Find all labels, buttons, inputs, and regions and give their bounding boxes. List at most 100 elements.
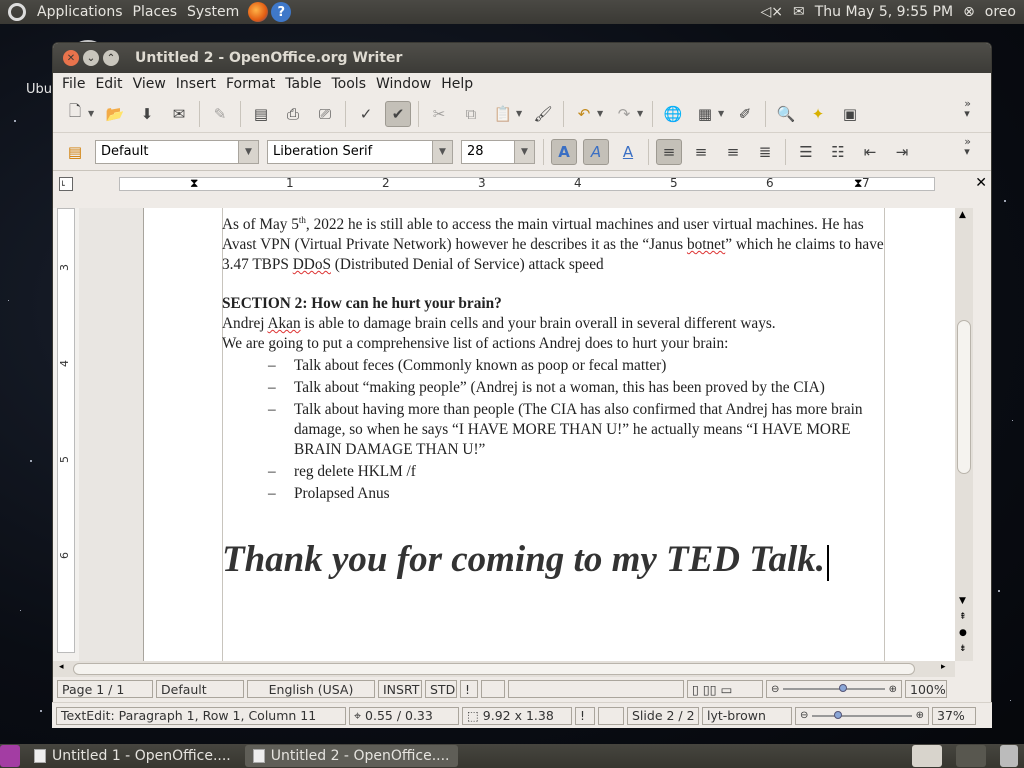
tab-type-icon[interactable]: └	[59, 177, 73, 191]
menu-format[interactable]: Format	[221, 76, 280, 92]
menu-help[interactable]: Help	[436, 76, 478, 92]
menu-edit[interactable]: Edit	[90, 76, 127, 92]
minimize-window-button[interactable]: ⌄	[83, 50, 99, 66]
find-replace-icon[interactable]: 🔍	[773, 101, 799, 127]
decrease-indent-icon[interactable]: ⇤	[857, 139, 883, 165]
closing-line[interactable]: Thank you for coming to my TED Talk.	[222, 538, 886, 582]
zoom-in-icon[interactable]: ⊕	[889, 684, 897, 695]
redo-icon[interactable]: ↷	[611, 101, 637, 127]
toolbar-overflow-icon[interactable]: » ▾	[964, 136, 971, 157]
horizontal-scroll-thumb[interactable]	[73, 663, 915, 675]
navigation-icon[interactable]: ●	[959, 628, 967, 638]
status-signature[interactable]	[598, 706, 624, 725]
show-desktop-icon[interactable]	[0, 745, 20, 767]
zoom-slider[interactable]: ⊖ ⊕	[795, 706, 929, 725]
status-selection-mode[interactable]: STD	[425, 680, 457, 698]
list-item[interactable]: – Talk about feces (Commonly known as poo…	[222, 356, 886, 376]
misspelled-word[interactable]: DDoS	[293, 256, 331, 273]
multi-page-view-icon[interactable]: ▯▯	[703, 682, 717, 697]
menu-applications[interactable]: Applications	[32, 4, 128, 20]
chevron-down-icon[interactable]: ▼	[238, 140, 258, 163]
page[interactable]: As of May 5th, 2022 he is still able to …	[143, 208, 963, 661]
document-text[interactable]: As of May 5th, 2022 he is still able to …	[222, 210, 886, 582]
status-size[interactable]: ⬚ 9.92 x 1.38	[462, 706, 572, 725]
underline-icon[interactable]: A	[615, 139, 641, 165]
save-icon[interactable]: ⬇	[134, 101, 160, 127]
font-name-select[interactable]: Liberation Serif ▼	[267, 139, 453, 164]
maximize-window-button[interactable]: ⌃	[103, 50, 119, 66]
table-dropdown-icon[interactable]: ▼	[718, 109, 726, 118]
new-document-icon[interactable]: 🗋	[62, 101, 88, 127]
menu-file[interactable]: File	[57, 76, 90, 92]
scroll-down-icon[interactable]: ▼	[959, 596, 966, 606]
menu-view[interactable]: View	[128, 76, 171, 92]
cut-icon[interactable]: ✂	[426, 101, 452, 127]
help-icon[interactable]: ?	[271, 2, 292, 22]
close-window-button[interactable]: ✕	[63, 50, 79, 66]
chevron-down-icon[interactable]: ▼	[432, 140, 452, 163]
menu-tools[interactable]: Tools	[327, 76, 372, 92]
misspelled-word[interactable]: Akan	[267, 315, 300, 332]
bold-icon[interactable]: A	[551, 138, 577, 165]
vertical-scroll-thumb[interactable]	[957, 320, 971, 474]
print-icon[interactable]: ⎙	[280, 101, 306, 127]
view-layout[interactable]: ▯ ▯▯ ▭	[687, 680, 763, 698]
list-item[interactable]: – Talk about “making people” (Andrej is n…	[222, 378, 886, 398]
status-style[interactable]: Default	[156, 680, 244, 698]
next-page-icon[interactable]: ⇟	[959, 644, 967, 654]
new-dropdown-icon[interactable]: ▼	[88, 109, 96, 118]
copy-icon[interactable]: ⧉	[458, 101, 484, 127]
numbering-icon[interactable]: ☰	[793, 139, 819, 165]
chevron-down-icon[interactable]: ▼	[514, 140, 534, 163]
previous-page-icon[interactable]: ⇞	[959, 612, 967, 622]
zoom-out-icon[interactable]: ⊖	[800, 710, 808, 721]
navigator-icon[interactable]: ✦	[805, 101, 831, 127]
single-page-view-icon[interactable]: ▯	[692, 682, 699, 697]
paragraph-1[interactable]: As of May 5th, 2022 he is still able to …	[222, 210, 886, 275]
paste-dropdown-icon[interactable]: ▼	[516, 109, 524, 118]
status-zoom[interactable]: 37%	[932, 706, 976, 725]
zoom-slider-knob[interactable]	[834, 710, 843, 719]
status-page[interactable]: Page 1 / 1	[57, 680, 153, 698]
menu-table[interactable]: Table	[280, 76, 326, 92]
zoom-slider[interactable]: ⊖ ⊕	[766, 680, 902, 698]
mail-icon[interactable]: ✉	[793, 4, 805, 20]
justify-icon[interactable]: ≣	[752, 139, 778, 165]
left-indent-marker[interactable]: ⧗	[190, 176, 198, 191]
username[interactable]: oreo	[985, 4, 1016, 20]
zoom-out-icon[interactable]: ⊖	[771, 684, 779, 695]
redo-dropdown-icon[interactable]: ▼	[637, 109, 645, 118]
table-icon[interactable]: ▦	[692, 101, 718, 127]
align-center-icon[interactable]: ≡	[688, 139, 714, 165]
clone-format-icon[interactable]: 🖌	[530, 101, 556, 127]
horizontal-scrollbar[interactable]: ◂ ▸	[53, 661, 955, 677]
section-heading[interactable]: SECTION 2: How can he hurt your brain?	[222, 294, 886, 314]
menu-places[interactable]: Places	[128, 4, 183, 20]
font-size-select[interactable]: 28 ▼	[461, 139, 535, 164]
toolbar-overflow-icon[interactable]: » ▾	[964, 98, 971, 119]
scroll-left-icon[interactable]: ◂	[59, 662, 64, 672]
print-preview-icon[interactable]: ⎚	[312, 101, 338, 127]
menu-system[interactable]: System	[182, 4, 244, 20]
right-indent-marker[interactable]: ⧗	[854, 176, 862, 191]
align-left-icon[interactable]: ≡	[656, 138, 682, 165]
trash-icon[interactable]	[1000, 745, 1018, 767]
autospellcheck-icon[interactable]: ✔	[385, 100, 411, 127]
scroll-right-icon[interactable]: ▸	[941, 662, 946, 672]
align-right-icon[interactable]: ≡	[720, 139, 746, 165]
paragraph-2[interactable]: Andrej Akan is able to damage brain cell…	[222, 314, 886, 334]
volume-icon[interactable]: ◁×	[760, 4, 783, 20]
scroll-up-icon[interactable]: ▲	[959, 210, 966, 220]
styles-formatting-icon[interactable]: ▤	[62, 139, 88, 165]
paragraph-3[interactable]: We are going to put a comprehensive list…	[222, 334, 886, 354]
zoom-slider-knob[interactable]	[839, 684, 848, 692]
status-slide[interactable]: Slide 2 / 2	[627, 706, 699, 725]
zoom-in-icon[interactable]: ⊕	[916, 710, 924, 721]
status-signature[interactable]	[481, 680, 505, 698]
spellcheck-icon[interactable]: ✓	[353, 101, 379, 127]
open-icon[interactable]: 📂	[102, 101, 128, 127]
status-insert-mode[interactable]: INSRT	[378, 680, 422, 698]
clock[interactable]: Thu May 5, 9:55 PM	[815, 4, 953, 20]
undo-icon[interactable]: ↶	[571, 101, 597, 127]
status-zoom[interactable]: 100%	[905, 680, 947, 698]
